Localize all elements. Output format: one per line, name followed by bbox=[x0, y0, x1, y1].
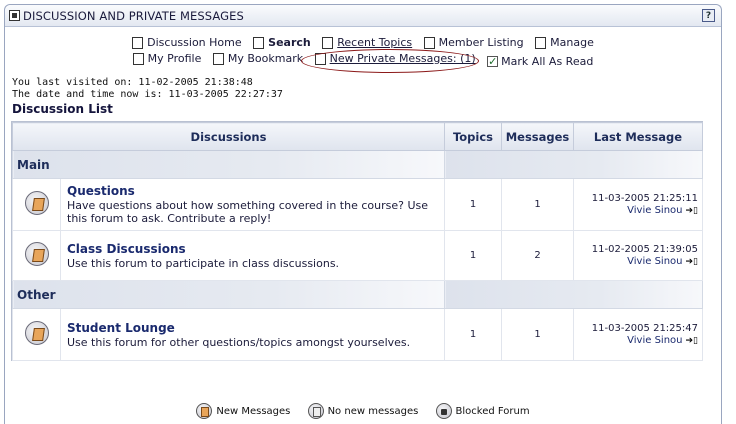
legend-new-messages: New Messages bbox=[196, 403, 290, 419]
new-messages-folder-icon bbox=[24, 242, 49, 266]
last-poster-link[interactable]: Vivie Sinou bbox=[627, 335, 682, 346]
forum-row: Student Lounge Use this forum for other … bbox=[12, 308, 703, 361]
table-header: Discussions Topics Messages Last Message bbox=[12, 122, 703, 151]
topics-count: 1 bbox=[444, 230, 502, 281]
lock-icon bbox=[435, 403, 452, 419]
discussion-list-title: Discussion List bbox=[12, 102, 113, 116]
go-to-last-post-icon[interactable]: ➔▯ bbox=[686, 257, 699, 267]
last-poster-link[interactable]: Vivie Sinou bbox=[627, 205, 682, 216]
title-bar: DISCUSSION AND PRIVATE MESSAGES bbox=[5, 5, 721, 27]
private-messages-icon bbox=[314, 52, 326, 65]
last-message-date: 11-02-2005 21:39:05 bbox=[591, 243, 698, 255]
header-discussions[interactable]: Discussions bbox=[12, 122, 445, 151]
new-messages-icon bbox=[196, 403, 213, 419]
forum-row: Questions Have questions about how somet… bbox=[12, 178, 703, 231]
search-icon bbox=[253, 36, 265, 49]
manage-icon bbox=[535, 36, 547, 49]
discussion-panel: DISCUSSION AND PRIVATE MESSAGES ? Discus… bbox=[4, 4, 722, 424]
messages-count: 1 bbox=[501, 308, 574, 361]
forum-row: Class Discussions Use this forum to part… bbox=[12, 230, 703, 281]
no-new-messages-icon bbox=[307, 403, 324, 419]
category-name[interactable]: Other bbox=[12, 280, 445, 309]
topics-count: 1 bbox=[444, 308, 502, 361]
last-message-date: 11-03-2005 21:25:47 bbox=[591, 322, 698, 334]
profile-icon bbox=[132, 52, 144, 65]
messages-count: 1 bbox=[501, 178, 574, 231]
my-profile-link[interactable]: My Profile bbox=[132, 52, 201, 65]
discussion-home-link[interactable]: Discussion Home bbox=[132, 36, 242, 49]
manage-link[interactable]: Manage bbox=[535, 36, 594, 49]
legend-blocked-forum: Blocked Forum bbox=[435, 403, 530, 419]
search-link[interactable]: Search bbox=[253, 36, 311, 49]
category-name[interactable]: Main bbox=[12, 150, 445, 179]
last-poster-link[interactable]: Vivie Sinou bbox=[627, 256, 682, 267]
recent-topics-icon bbox=[322, 36, 334, 49]
forum-link[interactable]: Student Lounge bbox=[67, 321, 438, 335]
new-messages-folder-icon bbox=[24, 321, 49, 345]
messages-count: 2 bbox=[501, 230, 574, 281]
header-topics[interactable]: Topics bbox=[444, 122, 502, 151]
legend-no-new-messages: No new messages bbox=[307, 403, 418, 419]
bookmark-icon bbox=[212, 52, 224, 65]
go-to-last-post-icon[interactable]: ➔▯ bbox=[686, 336, 699, 346]
my-bookmark-link[interactable]: My Bookmark bbox=[212, 52, 303, 65]
checkmark-icon: ✓ bbox=[487, 54, 499, 68]
topics-count: 1 bbox=[444, 178, 502, 231]
nav-row-1: Discussion Home Search Recent Topics Mem… bbox=[5, 36, 721, 52]
help-button[interactable]: ? bbox=[702, 9, 715, 22]
category-row-main: Main bbox=[12, 150, 703, 179]
empty-row bbox=[12, 360, 703, 367]
last-message-date: 11-03-2005 21:25:11 bbox=[591, 192, 698, 204]
mark-all-read-link[interactable]: ✓ Mark All As Read bbox=[487, 55, 593, 68]
nav-row-2: My Profile My Bookmark New Private Messa… bbox=[5, 52, 721, 68]
last-visit-text: You last visited on: 11-02-2005 21:38:48 bbox=[12, 77, 253, 88]
discussion-table: Discussions Topics Messages Last Message… bbox=[11, 121, 703, 367]
window-icon bbox=[9, 10, 20, 21]
category-row-other: Other bbox=[12, 280, 703, 309]
recent-topics-link[interactable]: Recent Topics bbox=[322, 36, 412, 49]
forum-description: Have questions about how something cover… bbox=[67, 199, 429, 225]
private-messages-link[interactable]: New Private Messages: (1) bbox=[314, 52, 476, 65]
forum-link[interactable]: Questions bbox=[67, 184, 438, 198]
home-icon bbox=[132, 36, 144, 49]
go-to-last-post-icon[interactable]: ➔▯ bbox=[686, 206, 699, 216]
member-listing-link[interactable]: Member Listing bbox=[423, 36, 524, 49]
forum-description: Use this forum to participate in class d… bbox=[67, 256, 340, 270]
forum-description: Use this forum for other questions/topic… bbox=[67, 335, 411, 349]
new-messages-folder-icon bbox=[24, 191, 49, 215]
member-listing-icon bbox=[423, 36, 435, 49]
current-time-text: The date and time now is: 11-03-2005 22:… bbox=[12, 89, 283, 100]
header-messages[interactable]: Messages bbox=[501, 122, 574, 151]
header-last-message[interactable]: Last Message bbox=[573, 122, 703, 151]
legend: New Messages No new messages Blocked For… bbox=[5, 403, 721, 422]
window-title: DISCUSSION AND PRIVATE MESSAGES bbox=[23, 8, 244, 23]
forum-link[interactable]: Class Discussions bbox=[67, 242, 438, 256]
